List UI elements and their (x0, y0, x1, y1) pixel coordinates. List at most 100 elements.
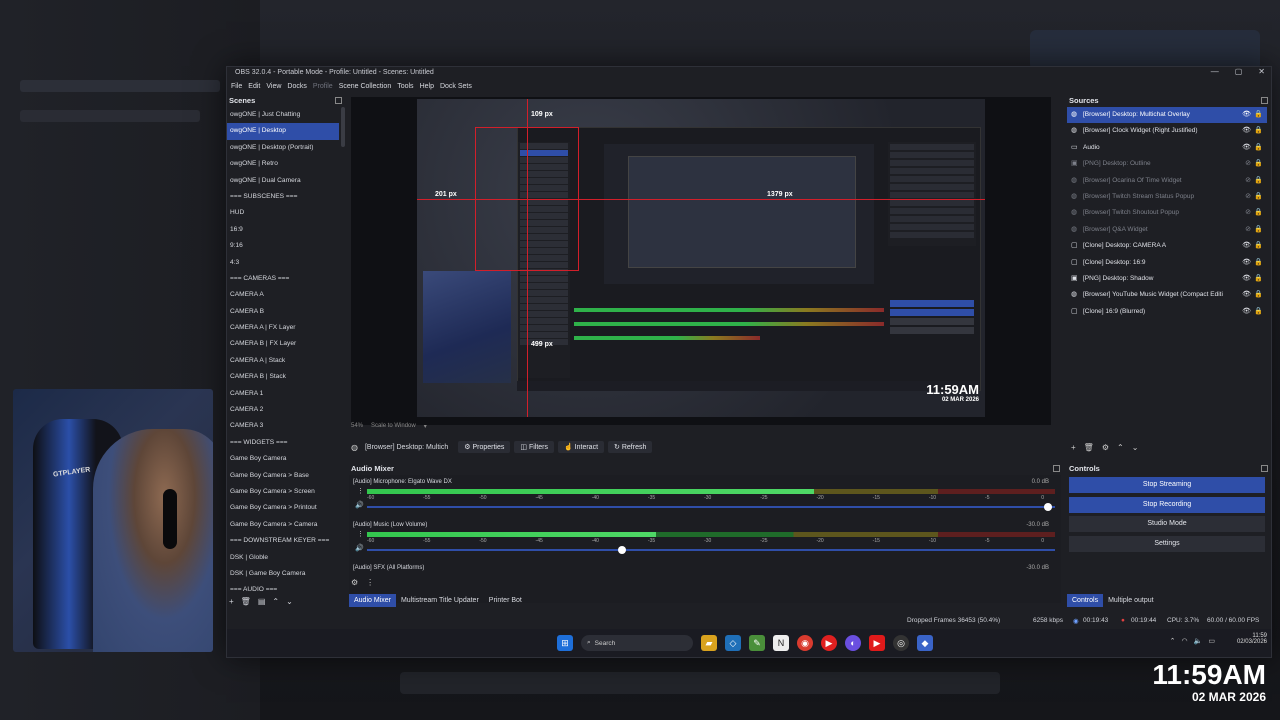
scene-item[interactable]: CAMERA A (227, 287, 339, 303)
menu-scene-collection[interactable]: Scene Collection (335, 81, 392, 93)
lock-icon[interactable]: 🔒 (1254, 123, 1263, 139)
eye-icon[interactable]: 👁 (1242, 271, 1251, 287)
wifi-icon[interactable]: ◠ (1182, 637, 1188, 645)
scene-item[interactable]: === DOWNSTREAM KEYER === (227, 533, 339, 549)
scene-item[interactable]: Game Boy Camera > Screen (227, 484, 339, 500)
source-item[interactable]: ◍ [Browser] Q&A Widget ⊘ 🔒 (1067, 222, 1267, 238)
source-item[interactable]: ▢ [Clone] Desktop: CAMERA A 👁 🔒 (1067, 238, 1267, 254)
down-arrow-icon[interactable]: ⌄ (1132, 443, 1139, 452)
tab-audio-mixer[interactable]: Audio Mixer (349, 594, 396, 607)
app-icon[interactable]: ◆ (917, 635, 933, 651)
scene-item[interactable]: CAMERA B (227, 304, 339, 320)
scene-item[interactable]: === AUDIO === (227, 582, 339, 594)
scenes-scrollbar[interactable] (341, 107, 345, 147)
preview-canvas[interactable]: 109 px 201 px 1379 px 499 px 11:59AM 02 … (351, 97, 1051, 425)
up-arrow-icon[interactable]: ⌃ (272, 597, 279, 606)
scene-item[interactable]: CAMERA 1 (227, 386, 339, 402)
eye-off-icon[interactable]: ⊘ (1245, 205, 1251, 221)
speaker-icon[interactable]: 🔈 (1194, 637, 1203, 645)
scene-item[interactable]: DSK | Globle (227, 550, 339, 566)
vscode-icon[interactable]: ◇ (725, 635, 741, 651)
lock-icon[interactable]: 🔒 (1254, 156, 1263, 172)
scene-item[interactable]: owgONE | Retro (227, 156, 339, 172)
eye-icon[interactable]: 👁 (1242, 255, 1251, 271)
scene-item[interactable]: CAMERA A | Stack (227, 353, 339, 369)
menu-help[interactable]: Help (416, 81, 434, 93)
scene-item[interactable]: owgONE | Desktop (227, 123, 339, 140)
chrome-icon[interactable]: ◉ (797, 635, 813, 651)
scene-item[interactable]: owgONE | Dual Camera (227, 173, 339, 189)
menu-view[interactable]: View (262, 81, 281, 93)
stop-streaming-button[interactable]: Stop Streaming (1069, 477, 1265, 493)
taskbar-search[interactable]: ⌕ Search (581, 635, 693, 651)
eye-icon[interactable]: 👁 (1242, 287, 1251, 303)
settings-button[interactable]: Settings (1069, 535, 1265, 552)
filters-button[interactable]: ◫ Filters (514, 441, 554, 453)
scene-item[interactable]: CAMERA 3 (227, 418, 339, 434)
scene-item[interactable]: CAMERA B | Stack (227, 369, 339, 385)
add-icon[interactable]: + (1071, 443, 1076, 452)
stop-recording-button[interactable]: Stop Recording (1069, 496, 1265, 513)
scene-item[interactable]: Game Boy Camera > Camera (227, 517, 339, 533)
scene-item[interactable]: Game Boy Camera > Printout (227, 500, 339, 516)
chevron-down-icon[interactable]: ▾ (424, 423, 427, 430)
source-item[interactable]: ◍ [Browser] Desktop: Multichat Overlay 👁 🔒 (1067, 107, 1267, 124)
chevron-up-icon[interactable]: ⌃ (1170, 637, 1176, 645)
scene-item[interactable]: 4:3 (227, 255, 339, 271)
volume-slider-handle[interactable] (617, 546, 626, 554)
lock-icon[interactable]: 🔒 (1254, 205, 1263, 221)
maximize-icon[interactable]: ▢ (1235, 67, 1243, 76)
dock-float-icon[interactable] (1053, 465, 1060, 472)
menu-dock-sets[interactable]: Dock Sets (436, 81, 472, 93)
menu-docks[interactable]: Docks (283, 81, 306, 93)
trash-icon[interactable]: 🗑 (1084, 443, 1094, 452)
eye-off-icon[interactable]: ⊘ (1245, 222, 1251, 238)
lock-icon[interactable]: 🔒 (1254, 287, 1263, 303)
tab-multiple-output[interactable]: Multiple output (1103, 594, 1159, 607)
volume-slider[interactable] (367, 546, 1055, 554)
media-player-icon[interactable]: ▶ (821, 635, 837, 651)
chat-app-icon[interactable]: ◐ (845, 635, 861, 651)
scale-mode[interactable]: Scale to Window (371, 423, 416, 430)
eye-off-icon[interactable]: ⊘ (1245, 173, 1251, 189)
down-arrow-icon[interactable]: ⌄ (286, 597, 293, 606)
eye-icon[interactable]: 👁 (1242, 140, 1251, 156)
lock-icon[interactable]: 🔒 (1254, 238, 1263, 254)
eye-off-icon[interactable]: ⊘ (1245, 189, 1251, 205)
dock-float-icon[interactable] (1261, 465, 1268, 472)
menu-profile[interactable]: Profile (309, 81, 333, 93)
refresh-button[interactable]: ↻ Refresh (608, 441, 653, 453)
scene-item[interactable]: owgONE | Desktop (Portrait) (227, 140, 339, 156)
windows-start-icon[interactable]: ⊞ (557, 635, 573, 651)
scene-item[interactable]: === SUBSCENES === (227, 189, 339, 205)
lock-icon[interactable]: 🔒 (1254, 271, 1263, 287)
eye-icon[interactable]: 👁 (1242, 107, 1251, 123)
eye-icon[interactable]: 👁 (1242, 123, 1251, 139)
scene-item[interactable]: CAMERA B | FX Layer (227, 336, 339, 352)
add-icon[interactable]: + (229, 597, 234, 606)
zoom-level[interactable]: 54% (351, 423, 363, 430)
scene-item[interactable]: CAMERA A | FX Layer (227, 320, 339, 336)
scene-item[interactable]: Game Boy Camera > Base (227, 468, 339, 484)
studio-mode-button[interactable]: Studio Mode (1069, 516, 1265, 532)
channel-menu-icon[interactable]: ⋮ (357, 530, 364, 538)
file-explorer-icon[interactable]: ▰ (701, 635, 717, 651)
scene-item[interactable]: HUD (227, 205, 339, 221)
source-item[interactable]: ▣ [PNG] Desktop: Shadow 👁 🔒 (1067, 271, 1267, 287)
lock-icon[interactable]: 🔒 (1254, 222, 1263, 238)
scene-item[interactable]: Game Boy Camera (227, 451, 339, 467)
dock-float-icon[interactable] (1261, 97, 1268, 104)
tab-multistream-title-updater[interactable]: Multistream Title Updater (396, 594, 484, 607)
up-arrow-icon[interactable]: ⌃ (1117, 443, 1124, 452)
lock-icon[interactable]: 🔒 (1254, 140, 1263, 156)
source-item[interactable]: ▭ Audio 👁 🔒 (1067, 140, 1267, 156)
menu-tools[interactable]: Tools (393, 81, 413, 93)
trash-icon[interactable]: 🗑 (241, 597, 251, 606)
source-item[interactable]: ◍ [Browser] Twitch Shoutout Popup ⊘ 🔒 (1067, 205, 1267, 221)
interact-button[interactable]: ☝ Interact (558, 441, 605, 453)
close-icon[interactable]: ✕ (1258, 67, 1265, 76)
taskbar-clock[interactable]: 11:59 02/03/2026 (1237, 633, 1267, 645)
eye-icon[interactable]: 👁 (1242, 238, 1251, 254)
source-item[interactable]: ◍ [Browser] Ocarina Of Time Widget ⊘ 🔒 (1067, 173, 1267, 189)
mute-speaker-icon[interactable]: 🔊 (355, 544, 364, 552)
